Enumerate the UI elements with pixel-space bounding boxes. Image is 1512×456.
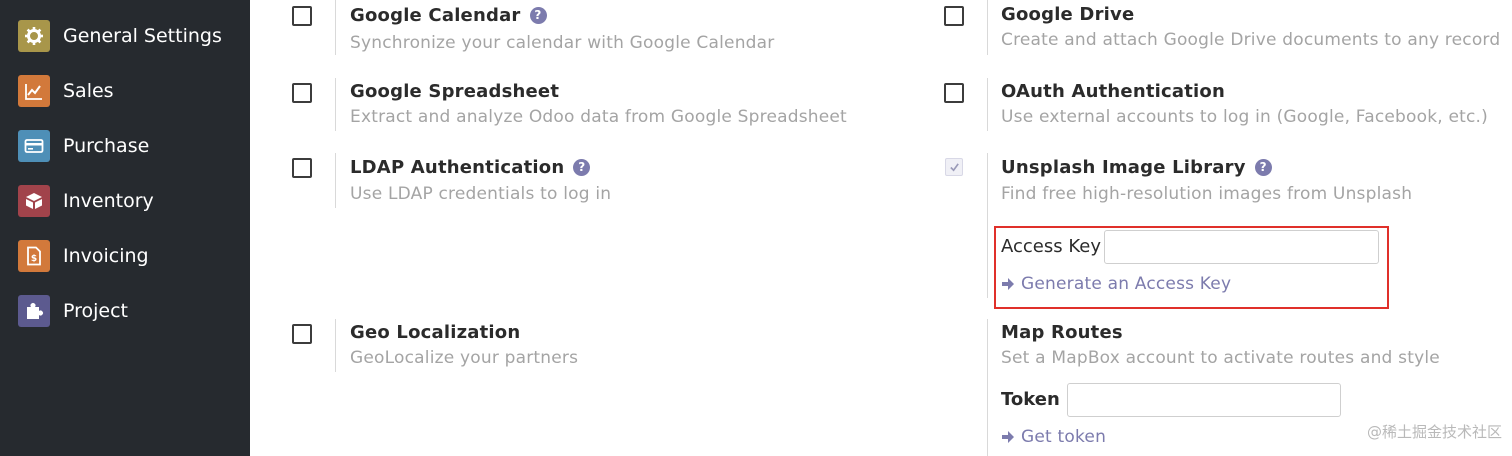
sidebar-item-label: Sales xyxy=(63,80,114,102)
sidebar-item-label: Inventory xyxy=(63,190,154,212)
token-label: Token xyxy=(1001,389,1060,410)
google-calendar-checkbox[interactable] xyxy=(292,6,312,26)
google-drive-checkbox[interactable] xyxy=(944,6,964,26)
svg-text:$: $ xyxy=(31,254,37,264)
arrow-right-icon xyxy=(1002,431,1014,443)
divider xyxy=(335,319,336,372)
setting-description: Set a MapBox account to activate routes … xyxy=(1001,348,1440,368)
gear-icon xyxy=(18,20,50,52)
divider xyxy=(335,153,336,208)
chart-icon xyxy=(18,75,50,107)
checkmark-icon xyxy=(950,163,959,172)
divider xyxy=(335,0,336,55)
setting-title: Geo Localization xyxy=(350,322,521,343)
oauth-checkbox[interactable] xyxy=(944,83,964,103)
ldap-checkbox[interactable] xyxy=(292,158,312,178)
highlight-box xyxy=(994,226,1389,309)
sidebar-item-purchase[interactable]: Purchase xyxy=(0,123,250,169)
sidebar-item-sales[interactable]: Sales xyxy=(0,68,250,114)
setting-description: Use external accounts to log in (Google,… xyxy=(1001,107,1488,127)
unsplash-checkbox[interactable] xyxy=(945,158,963,176)
divider xyxy=(987,78,988,131)
sidebar-item-inventory[interactable]: Inventory xyxy=(0,178,250,224)
help-icon[interactable]: ? xyxy=(529,7,547,24)
sidebar-item-general-settings[interactable]: General Settings xyxy=(0,13,250,59)
invoice-icon: $ xyxy=(18,240,50,272)
google-spreadsheet-checkbox[interactable] xyxy=(292,83,312,103)
setting-title: Map Routes xyxy=(1001,322,1123,343)
sidebar-item-label: Purchase xyxy=(63,135,150,157)
divider xyxy=(987,153,988,298)
setting-description: Find free high-resolution images from Un… xyxy=(1001,184,1413,204)
divider xyxy=(987,319,988,456)
setting-description: Use LDAP credentials to log in xyxy=(350,184,612,204)
puzzle-icon xyxy=(18,295,50,327)
setting-title: Google Calendar ? xyxy=(350,5,547,26)
setting-title: Google Spreadsheet xyxy=(350,81,560,102)
setting-title: Unsplash Image Library ? xyxy=(1001,157,1272,178)
get-token-link[interactable]: Get token xyxy=(1001,427,1106,447)
setting-title: Google Drive xyxy=(1001,4,1135,25)
token-input[interactable] xyxy=(1067,383,1341,417)
geo-localization-checkbox[interactable] xyxy=(292,324,312,344)
sidebar-item-label: Invoicing xyxy=(63,245,149,267)
divider xyxy=(987,0,988,55)
help-icon[interactable]: ? xyxy=(573,159,591,176)
sidebar: General Settings Sales Purchase Inventor… xyxy=(0,0,250,456)
setting-title: OAuth Authentication xyxy=(1001,81,1225,102)
box-icon xyxy=(18,185,50,217)
setting-description: Create and attach Google Drive documents… xyxy=(1001,30,1501,50)
watermark: @稀土掘金技术社区 xyxy=(1366,423,1502,441)
sidebar-item-project[interactable]: Project xyxy=(0,288,250,334)
divider xyxy=(335,78,336,131)
sidebar-item-invoicing[interactable]: $ Invoicing xyxy=(0,233,250,279)
sidebar-item-label: General Settings xyxy=(63,25,222,47)
setting-title: LDAP Authentication ? xyxy=(350,157,591,178)
setting-description: Extract and analyze Odoo data from Googl… xyxy=(350,107,847,127)
setting-description: Synchronize your calendar with Google Ca… xyxy=(350,33,775,53)
sidebar-item-label: Project xyxy=(63,300,129,322)
card-icon xyxy=(18,130,50,162)
help-icon[interactable]: ? xyxy=(1254,159,1272,176)
setting-description: GeoLocalize your partners xyxy=(350,348,579,368)
